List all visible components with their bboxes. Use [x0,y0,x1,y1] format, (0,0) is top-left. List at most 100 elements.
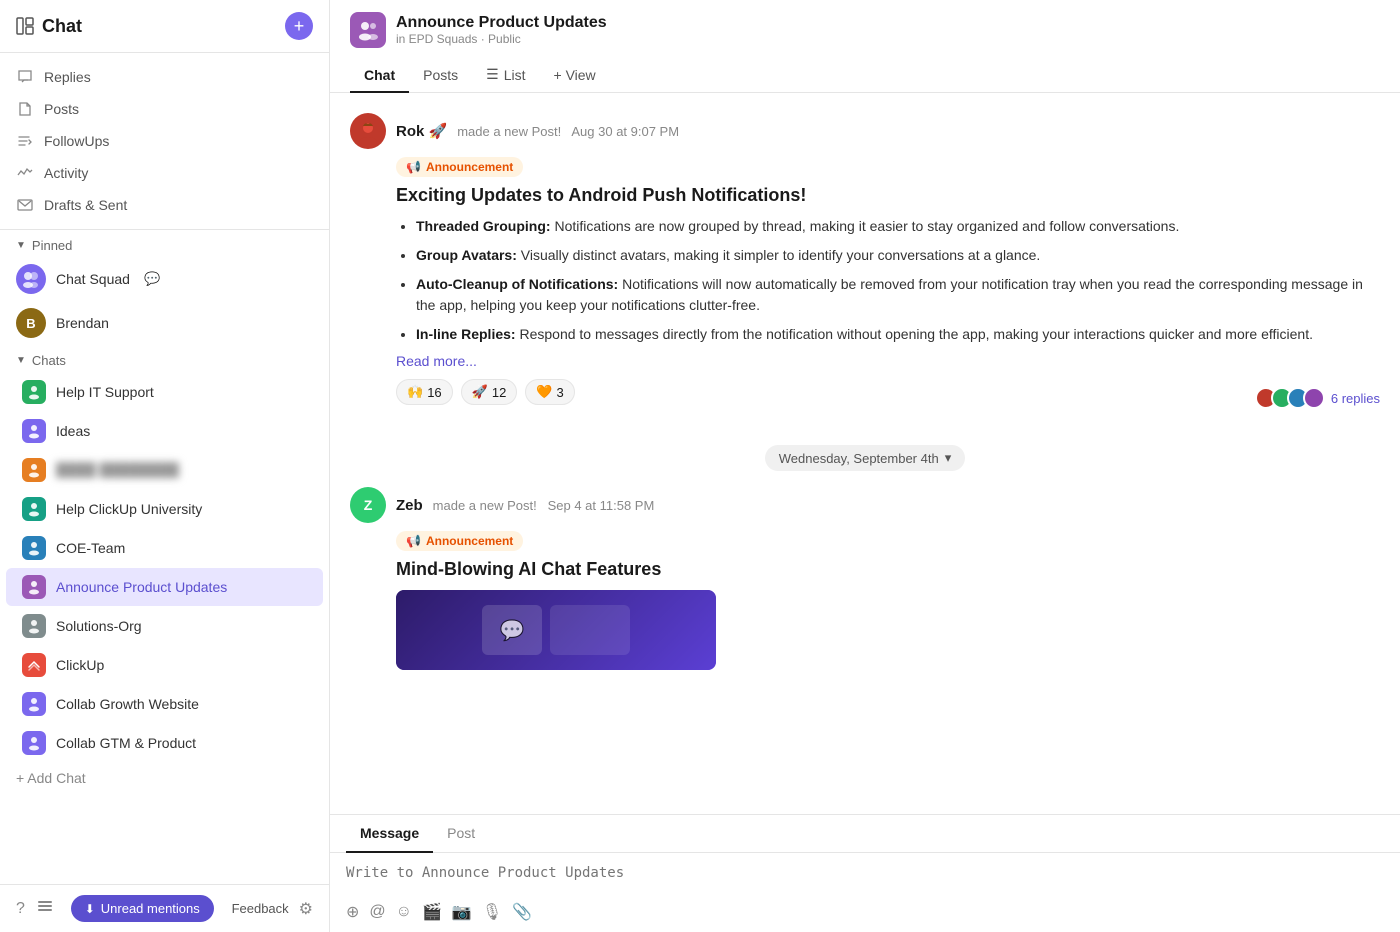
chat-item-coe[interactable]: COE-Team [6,529,323,567]
input-tabs: Message Post [330,815,1400,853]
chat-item-blurred[interactable]: ████ ████████ [6,451,323,489]
nav-followups[interactable]: FollowUps [0,125,329,157]
pinned-section-header[interactable]: ▼ Pinned [0,230,329,257]
tab-list[interactable]: ☰ List [472,58,539,93]
add-chat-label: + Add Chat [16,770,86,786]
heart-emoji: 🧡 [536,384,552,400]
brendan-label: Brendan [56,315,109,331]
add-chat-button[interactable]: + [285,12,313,40]
replies-count: 6 replies [1331,391,1380,406]
post-title-2: Mind-Blowing AI Chat Features [396,559,1380,580]
rok-avatar [350,113,386,149]
sidebar-section: ▼ Pinned Chat Squad 💬 B Brendan ▼ Chats [0,230,329,884]
chats-section-label: Chats [32,353,66,368]
chat-item-help-it[interactable]: Help IT Support [6,373,323,411]
channel-avatar [350,12,386,48]
reaction-clap[interactable]: 🙌 16 [396,379,453,405]
add-icon[interactable]: ⊕ [346,902,359,922]
replies-info-1[interactable]: 6 replies [1255,387,1380,409]
reaction-rocket[interactable]: 🚀 12 [461,379,518,405]
video-icon[interactable]: 📷 [452,902,472,922]
help-icon[interactable]: ? [16,900,25,918]
message-body-2: 📢 Announcement Mind-Blowing AI Chat Feat… [396,531,1380,670]
chat-item-announce[interactable]: Announce Product Updates [6,568,323,606]
posts-icon [16,100,34,118]
tab-posts[interactable]: Posts [409,58,472,93]
sidebar-footer: ? ⬇ Unread mentions Feedback ⚙ [0,884,329,932]
collab-gtm-label: Collab GTM & Product [56,735,307,751]
post-image-inner: 💬 [396,590,716,670]
message-group-1: Rok 🚀 made a new Post! Aug 30 at 9:07 PM… [330,113,1400,429]
read-more-link[interactable]: Read more... [396,353,1380,369]
main-header: Announce Product Updates in EPD Squads ·… [330,0,1400,93]
message-body-1: 📢 Announcement Exciting Updates to Andro… [396,157,1380,413]
clap-emoji: 🙌 [407,384,423,400]
chat-item-solutions[interactable]: Solutions-Org [6,607,323,645]
input-area: Message Post ⊕ @ ☺ 🎬 📷 🎙 📎 [330,814,1400,932]
clap-count: 16 [427,385,441,400]
help-it-label: Help IT Support [56,384,307,400]
message-group-2: Z Zeb made a new Post! Sep 4 at 11:58 PM… [330,487,1400,686]
reaction-heart[interactable]: 🧡 3 [525,379,574,405]
rocket-emoji: 🚀 [472,384,488,400]
list-icon[interactable] [37,898,53,919]
nav-drafts[interactable]: Drafts & Sent [0,189,329,221]
clickup-avatar [22,653,46,677]
nav-posts[interactable]: Posts [0,93,329,125]
reactions-1: 🙌 16 🚀 12 🧡 3 [396,379,575,405]
tab-chat[interactable]: Chat [350,58,409,93]
tab-view[interactable]: + View [540,58,610,93]
attach-icon[interactable]: 📎 [512,902,532,922]
pinned-chat-squad[interactable]: Chat Squad 💬 [0,257,329,301]
reply-avatar-4 [1303,387,1325,409]
settings-icon[interactable]: ⚙ [299,899,313,919]
at-icon[interactable]: @ [369,903,385,921]
message-input[interactable] [346,865,1384,881]
emoji-icon[interactable]: ☺ [396,903,412,921]
collab-growth-avatar [22,692,46,716]
main-panel: Announce Product Updates in EPD Squads ·… [330,0,1400,932]
message-header-1: Rok 🚀 made a new Post! Aug 30 at 9:07 PM [350,113,1380,149]
chat-item-collab-growth[interactable]: Collab Growth Website [6,685,323,723]
input-tab-post[interactable]: Post [433,815,489,853]
coe-avatar [22,536,46,560]
input-box [330,853,1400,896]
chat-item-ideas[interactable]: Ideas [6,412,323,450]
help-clickup-label: Help ClickUp University [56,501,307,517]
chat-item-help-clickup[interactable]: Help ClickUp University [6,490,323,528]
chevron-down-icon: ▾ [945,450,952,466]
followups-icon [16,132,34,150]
unread-btn-label: Unread mentions [101,901,200,916]
pinned-brendan[interactable]: B Brendan [0,301,329,345]
chat-squad-label: Chat Squad [56,271,130,287]
solutions-avatar [22,614,46,638]
add-chat-link[interactable]: + Add Chat [0,763,329,793]
chat-item-collab-gtm[interactable]: Collab GTM & Product [6,724,323,762]
nav-activity[interactable]: Activity [0,157,329,189]
mic-icon[interactable]: 🎙 [482,902,502,922]
chat-squad-avatar [16,264,46,294]
pinned-section-label: Pinned [32,238,72,253]
feedback-button[interactable]: Feedback [232,901,289,916]
chat-item-clickup[interactable]: ClickUp [6,646,323,684]
chats-section-header[interactable]: ▼ Chats [0,345,329,372]
date-pill[interactable]: Wednesday, September 4th ▾ [765,445,965,471]
zeb-avatar: Z [350,487,386,523]
blurred-avatar [22,458,46,482]
list-item: Auto-Cleanup of Notifications: Notificat… [416,274,1380,316]
megaphone-icon: 📢 [406,160,421,174]
chats-chevron: ▼ [16,355,26,366]
channel-name: Announce Product Updates [396,14,607,32]
ideas-label: Ideas [56,423,307,439]
input-tab-message[interactable]: Message [346,815,433,853]
arrow-down-icon: ⬇ [85,902,95,916]
sidebar-nav: Replies Posts FollowUps Activity Drafts … [0,53,329,230]
gif-icon[interactable]: 🎬 [422,902,442,922]
unread-mentions-button[interactable]: ⬇ Unread mentions [71,895,214,922]
clickup-label: ClickUp [56,657,307,673]
nav-drafts-label: Drafts & Sent [44,197,127,213]
nav-replies[interactable]: Replies [0,61,329,93]
list-item: In-line Replies: Respond to messages dir… [416,324,1380,345]
list-item: Threaded Grouping: Notifications are now… [416,216,1380,237]
collab-gtm-avatar [22,731,46,755]
